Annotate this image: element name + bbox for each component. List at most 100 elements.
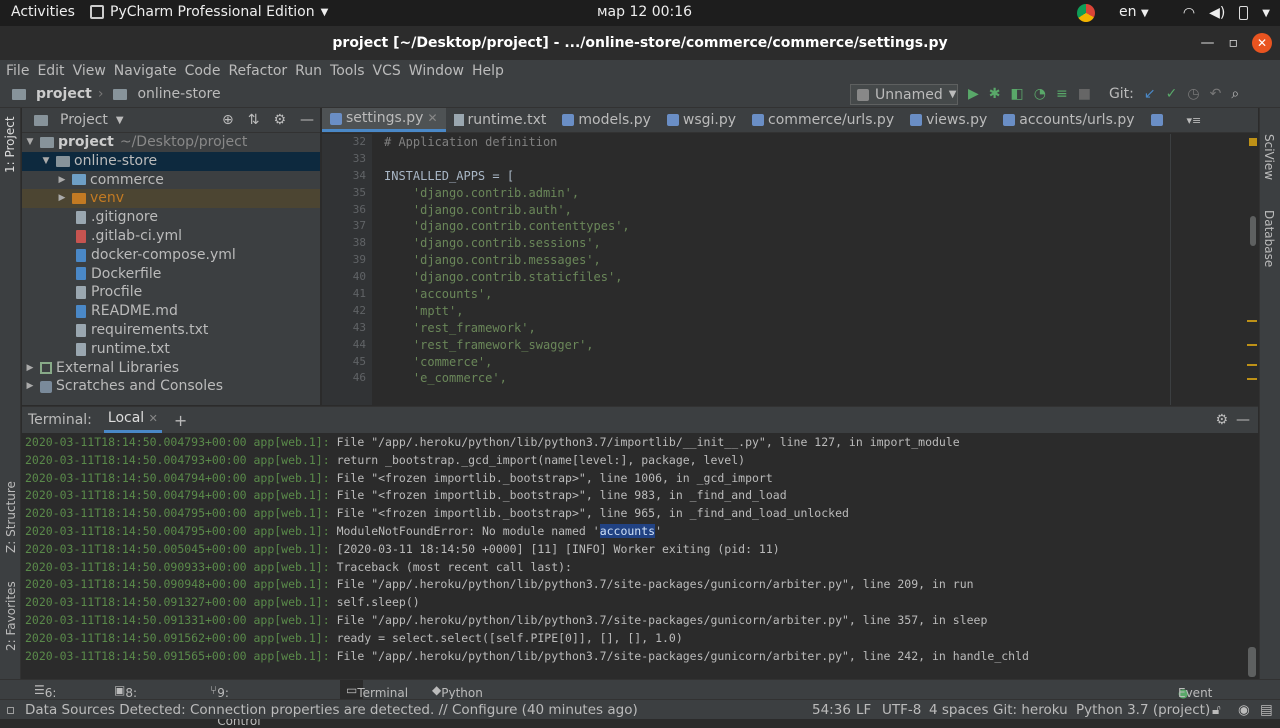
clock[interactable]: мар 12 00:16 (597, 4, 692, 20)
run-configuration-select[interactable]: Unnamed ▼ (850, 84, 958, 105)
tree-item-gitignore[interactable]: .gitignore (22, 208, 320, 227)
tree-item-venv[interactable]: ▶ venv (22, 189, 320, 209)
system-tray[interactable]: ◠ ◀) ▼ (1183, 5, 1270, 21)
error-stripe[interactable] (1246, 134, 1258, 405)
tab-commerce-urls-py[interactable]: commerce/urls.py (744, 108, 902, 132)
caret-position[interactable]: 54:36 (812, 702, 851, 718)
warning-marker[interactable] (1247, 320, 1257, 322)
maximize-icon[interactable]: ▫ (1229, 26, 1239, 60)
menu-view[interactable]: View (73, 60, 106, 82)
structure-tool-tab[interactable]: Z: Structure (4, 481, 18, 553)
menu-code[interactable]: Code (185, 60, 221, 82)
menu-help[interactable]: Help (472, 60, 504, 82)
database-tool-tab[interactable]: Database (1262, 210, 1276, 267)
menu-refactor[interactable]: Refactor (228, 60, 287, 82)
stop-icon[interactable]: ■ (1078, 86, 1091, 102)
breadcrumb-online-store[interactable]: online-store (137, 86, 220, 102)
indent-setting[interactable]: 4 spaces (929, 702, 989, 718)
tree-item-runtime[interactable]: runtime.txt (22, 340, 320, 359)
menu-vcs[interactable]: VCS (373, 60, 401, 82)
gear-icon[interactable]: ⚙ (1215, 412, 1228, 428)
chrome-icon[interactable] (1077, 4, 1095, 22)
git-branch[interactable]: Git: heroku (993, 702, 1068, 718)
tab-list-icon[interactable]: ▾≡ (1187, 108, 1202, 132)
warning-marker[interactable] (1247, 364, 1257, 366)
line-separator[interactable]: LF (856, 702, 871, 718)
collapse-arrow-icon[interactable]: ▶ (56, 171, 68, 190)
tree-item-external-libraries[interactable]: ▶ External Libraries (22, 359, 320, 378)
tab-settings-py[interactable]: settings.py ✕ (322, 108, 446, 132)
status-message[interactable]: Data Sources Detected: Connection proper… (25, 702, 638, 718)
concurrency-icon[interactable]: ≡ (1056, 86, 1068, 102)
project-tool-tab[interactable]: 1: Project (3, 116, 17, 173)
tab-accounts-urls-py[interactable]: accounts/urls.py (995, 108, 1142, 132)
tree-item-gitlab-ci[interactable]: .gitlab-ci.yml (22, 227, 320, 246)
rollback-icon[interactable]: ↶ (1210, 86, 1222, 102)
todo-tool-button[interactable]: ☰ 6: TODO (34, 683, 80, 714)
expand-icon[interactable]: ▼ (40, 152, 52, 171)
tab-wsgi-py[interactable]: wsgi.py (659, 108, 744, 132)
tree-item-commerce[interactable]: ▶ commerce (22, 171, 320, 190)
tree-item-dockerfile[interactable]: Dockerfile (22, 265, 320, 284)
coverage-icon[interactable]: ◧ (1011, 86, 1024, 102)
tab-views-py[interactable]: views.py (902, 108, 995, 132)
collapse-icon[interactable]: ⇅ (248, 112, 260, 128)
menu-file[interactable]: File (6, 60, 29, 82)
project-view-select[interactable]: Project (60, 112, 108, 128)
git-commit-icon[interactable]: ✓ (1166, 86, 1178, 102)
activities-button[interactable]: Activities (11, 4, 75, 20)
hide-icon[interactable]: — (1236, 412, 1250, 428)
terminal-scrollbar[interactable] (1248, 647, 1256, 677)
version-control-tool-button[interactable]: ⑂ 9: Version Control (210, 683, 261, 728)
menu-tools[interactable]: Tools (330, 60, 365, 82)
python-interpreter[interactable]: Python 3.7 (project) (1076, 702, 1210, 718)
chevron-down-icon[interactable]: ▼ (116, 115, 124, 126)
gear-icon[interactable]: ⚙ (273, 112, 286, 128)
minimize-icon[interactable]: — (1201, 26, 1215, 60)
tree-item-scratches[interactable]: ▶ Scratches and Consoles (22, 377, 320, 396)
hide-icon[interactable]: — (300, 112, 314, 128)
debug-icon[interactable]: ✱ (989, 86, 1001, 102)
terminal-tab-local[interactable]: Local ✕ (103, 407, 162, 433)
git-update-icon[interactable]: ↙ (1144, 86, 1156, 102)
close-icon[interactable]: ✕ (149, 412, 158, 425)
tree-item-requirements[interactable]: requirements.txt (22, 321, 320, 340)
locate-icon[interactable]: ⊕ (222, 112, 234, 128)
tree-item-docker-compose[interactable]: docker-compose.yml (22, 246, 320, 265)
menu-navigate[interactable]: Navigate (114, 60, 177, 82)
tab-overflow[interactable]: ▾≡ (1143, 108, 1210, 132)
language-indicator[interactable]: en ▼ (1119, 4, 1149, 20)
editor-scrollbar[interactable] (1250, 216, 1256, 246)
tab-runtime-txt[interactable]: runtime.txt (446, 108, 555, 132)
menu-run[interactable]: Run (295, 60, 322, 82)
breadcrumb-project[interactable]: project (36, 86, 92, 102)
profile-icon[interactable]: ◔ (1034, 86, 1046, 102)
warning-marker[interactable] (1247, 378, 1257, 380)
new-tab-icon[interactable]: + (174, 411, 187, 430)
collapse-arrow-icon[interactable]: ▶ (24, 359, 36, 378)
favorites-tool-tab[interactable]: 2: Favorites (4, 581, 18, 651)
app-menu[interactable]: PyCharm Professional Edition ▼ (90, 4, 328, 20)
terminal-tool-button[interactable]: ▭ Terminal (340, 680, 408, 700)
status-icon[interactable]: ▫ (6, 702, 15, 718)
warning-marker[interactable] (1249, 138, 1257, 146)
services-tool-button[interactable]: ▣ 8: Services (114, 683, 176, 714)
history-icon[interactable]: ◷ (1187, 86, 1199, 102)
menu-window[interactable]: Window (409, 60, 464, 82)
tree-item-readme[interactable]: README.md (22, 302, 320, 321)
expand-icon[interactable]: ▼ (24, 133, 36, 152)
inspector-icon[interactable]: ◉ (1238, 702, 1250, 718)
menu-edit[interactable]: Edit (37, 60, 64, 82)
search-icon[interactable]: ⌕ (1231, 86, 1239, 102)
tree-item-online-store[interactable]: ▼ online-store (22, 151, 320, 171)
close-icon[interactable]: ✕ (1252, 33, 1272, 53)
terminal-output[interactable]: 2020-03-11T18:14:50.004793+00:00 app[web… (22, 434, 1258, 680)
collapse-arrow-icon[interactable]: ▶ (56, 189, 68, 208)
tab-models-py[interactable]: models.py (554, 108, 659, 132)
memory-icon[interactable]: ▤ (1260, 702, 1273, 718)
run-icon[interactable]: ▶ (968, 86, 979, 102)
warning-marker[interactable] (1247, 344, 1257, 346)
file-encoding[interactable]: UTF-8 (882, 702, 921, 718)
sciview-tool-tab[interactable]: SciView (1262, 134, 1276, 180)
tree-item-project[interactable]: ▼ project ~/Desktop/project (22, 133, 320, 152)
